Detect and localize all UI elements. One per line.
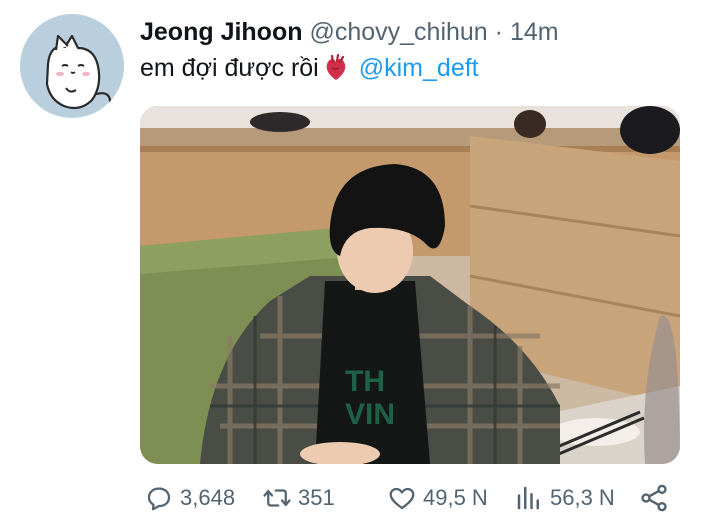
retweet-icon <box>263 489 291 507</box>
reply-count: 3,648 <box>180 485 236 510</box>
tweet-text: em đợi được rồi @kim_deft <box>140 52 479 84</box>
tweet-body: em đợi được rồi <box>140 54 319 82</box>
share-button[interactable] <box>638 478 670 518</box>
svg-text:TH: TH <box>345 365 385 398</box>
author-display-name[interactable]: Jeong Jihoon <box>140 18 303 46</box>
svg-text:VIN: VIN <box>345 398 395 431</box>
like-button[interactable]: 49,5 N <box>387 478 488 518</box>
heart-icon <box>389 487 415 510</box>
reply-icon <box>147 487 171 511</box>
tweet: Jeong Jihoon @chovy_chihun · 14m em đợi … <box>0 0 718 528</box>
like-count: 49,5 N <box>423 485 488 510</box>
reply-button[interactable]: 3,648 <box>144 478 235 518</box>
retweet-count: 351 <box>298 485 335 510</box>
views-icon <box>517 486 539 510</box>
mention-link[interactable]: @kim_deft <box>359 52 479 84</box>
views-button[interactable]: 56,3 N <box>514 478 615 518</box>
author-handle[interactable]: @chovy_chihun <box>309 18 487 46</box>
views-count: 56,3 N <box>550 485 615 510</box>
author-avatar[interactable] <box>20 14 124 118</box>
tweet-timestamp[interactable]: 14m <box>510 18 559 46</box>
tweet-actions: 3,648 351 49,5 N 56,3 N <box>140 478 680 518</box>
cat-avatar-icon <box>45 34 112 110</box>
photo-image: TH VIN <box>140 106 680 464</box>
retweet-button[interactable]: 351 <box>262 478 335 518</box>
share-icon <box>641 484 667 512</box>
tweet-header: Jeong Jihoon @chovy_chihun · 14m <box>140 16 559 48</box>
anatomical-heart-icon <box>326 53 346 80</box>
tweet-photo[interactable]: TH VIN <box>140 106 680 464</box>
separator-dot: · <box>494 18 503 46</box>
